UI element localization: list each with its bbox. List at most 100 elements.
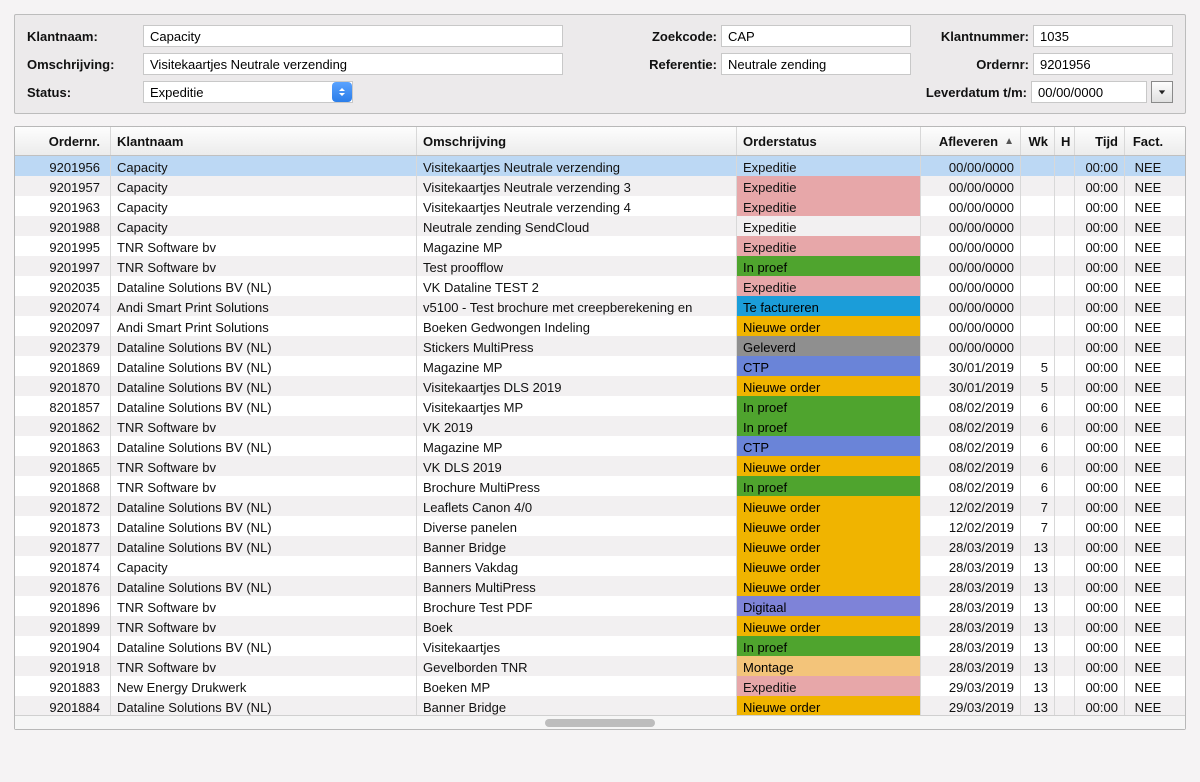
col-klantnaam[interactable]: Klantnaam [111,127,417,155]
table-row[interactable]: 9201988CapacityNeutrale zending SendClou… [15,216,1185,236]
cell-klantnaam: Dataline Solutions BV (NL) [111,496,417,516]
cell-wk: 7 [1021,516,1055,536]
table-row[interactable]: 9201963CapacityVisitekaartjes Neutrale v… [15,196,1185,216]
cell-h [1055,176,1075,196]
cell-ordernr: 9201862 [15,416,111,436]
cell-fact: NEE [1125,676,1171,696]
cell-wk: 13 [1021,636,1055,656]
cell-ordernr: 8201857 [15,396,111,416]
label-klantnaam: Klantnaam: [27,29,143,44]
cell-omschrijving: Magazine MP [417,236,737,256]
cell-fact: NEE [1125,616,1171,636]
leverdatum-picker-button[interactable] [1151,81,1173,103]
col-h[interactable]: H [1055,127,1075,155]
cell-tijd: 00:00 [1075,216,1125,236]
cell-h [1055,576,1075,596]
table-row[interactable]: 9202035Dataline Solutions BV (NL)VK Data… [15,276,1185,296]
col-orderstatus[interactable]: Orderstatus [737,127,921,155]
cell-ordernr: 9201873 [15,516,111,536]
table-row[interactable]: 9201904Dataline Solutions BV (NL)Visitek… [15,636,1185,656]
table-row[interactable]: 8201857Dataline Solutions BV (NL)Visitek… [15,396,1185,416]
cell-h [1055,396,1075,416]
cell-h [1055,356,1075,376]
table-row[interactable]: 9201873Dataline Solutions BV (NL)Diverse… [15,516,1185,536]
cell-tijd: 00:00 [1075,376,1125,396]
cell-tijd: 00:00 [1075,356,1125,376]
table-row[interactable]: 9201868TNR Software bvBrochure MultiPres… [15,476,1185,496]
cell-wk [1021,216,1055,236]
cell-ordernr: 9201918 [15,656,111,676]
cell-tijd: 00:00 [1075,316,1125,336]
table-row[interactable]: 9201956CapacityVisitekaartjes Neutrale v… [15,156,1185,176]
status-dropdown-button[interactable] [332,82,352,102]
app-window: Klantnaam: Zoekcode: Klantnummer: Omschr… [0,0,1200,782]
cell-afleveren: 00/00/0000 [921,216,1021,236]
col-fact[interactable]: Fact. [1125,127,1171,155]
cell-afleveren: 00/00/0000 [921,256,1021,276]
input-klantnummer[interactable] [1033,25,1173,47]
table-row[interactable]: 9201874CapacityBanners VakdagNieuwe orde… [15,556,1185,576]
input-ordernr[interactable] [1033,53,1173,75]
cell-afleveren: 00/00/0000 [921,296,1021,316]
table-row[interactable]: 9201870Dataline Solutions BV (NL)Visitek… [15,376,1185,396]
table-row[interactable]: 9201995TNR Software bvMagazine MPExpedit… [15,236,1185,256]
col-ordernr[interactable]: Ordernr. [15,127,111,155]
table-row[interactable]: 9202074Andi Smart Print Solutionsv5100 -… [15,296,1185,316]
table-row[interactable]: 9201865TNR Software bvVK DLS 2019Nieuwe … [15,456,1185,476]
horizontal-scrollbar[interactable] [15,715,1185,729]
table-row[interactable]: 9201884Dataline Solutions BV (NL)Banner … [15,696,1185,715]
grid-body[interactable]: 9201956CapacityVisitekaartjes Neutrale v… [15,156,1185,715]
input-omschrijving[interactable] [143,53,563,75]
cell-tijd: 00:00 [1075,396,1125,416]
cell-tijd: 00:00 [1075,556,1125,576]
cell-ordernr: 9201995 [15,236,111,256]
input-klantnaam[interactable] [143,25,563,47]
table-row[interactable]: 9201863Dataline Solutions BV (NL)Magazin… [15,436,1185,456]
cell-klantnaam: Dataline Solutions BV (NL) [111,276,417,296]
table-row[interactable]: 9201877Dataline Solutions BV (NL)Banner … [15,536,1185,556]
table-row[interactable]: 9201862TNR Software bvVK 2019In proef08/… [15,416,1185,436]
cell-wk: 7 [1021,496,1055,516]
input-leverdatum[interactable] [1031,81,1147,103]
table-row[interactable]: 9201883New Energy DrukwerkBoeken MPExped… [15,676,1185,696]
cell-h [1055,656,1075,676]
cell-omschrijving: Stickers MultiPress [417,336,737,356]
input-zoekcode[interactable] [721,25,911,47]
table-row[interactable]: 9201872Dataline Solutions BV (NL)Leaflet… [15,496,1185,516]
cell-tijd: 00:00 [1075,456,1125,476]
cell-klantnaam: Dataline Solutions BV (NL) [111,356,417,376]
cell-h [1055,196,1075,216]
col-omschrijving[interactable]: Omschrijving [417,127,737,155]
cell-tijd: 00:00 [1075,596,1125,616]
cell-klantnaam: TNR Software bv [111,236,417,256]
table-row[interactable]: 9201899TNR Software bvBoekNieuwe order28… [15,616,1185,636]
cell-omschrijving: Visitekaartjes DLS 2019 [417,376,737,396]
cell-omschrijving: Neutrale zending SendCloud [417,216,737,236]
cell-fact: NEE [1125,276,1171,296]
cell-wk [1021,336,1055,356]
table-row[interactable]: 9202379Dataline Solutions BV (NL)Sticker… [15,336,1185,356]
cell-tijd: 00:00 [1075,416,1125,436]
table-row[interactable]: 9201869Dataline Solutions BV (NL)Magazin… [15,356,1185,376]
col-wk[interactable]: Wk [1021,127,1055,155]
table-row[interactable]: 9201896TNR Software bvBrochure Test PDFD… [15,596,1185,616]
cell-fact: NEE [1125,536,1171,556]
table-row[interactable]: 9201918TNR Software bvGevelborden TNRMon… [15,656,1185,676]
table-row[interactable]: 9201997TNR Software bvTest proofflowIn p… [15,256,1185,276]
cell-omschrijving: VK DLS 2019 [417,456,737,476]
scrollbar-thumb[interactable] [545,719,655,727]
col-tijd[interactable]: Tijd [1075,127,1125,155]
label-status: Status: [27,85,143,100]
grid-header: Ordernr. Klantnaam Omschrijving Ordersta… [15,127,1185,156]
cell-orderstatus: Nieuwe order [737,536,921,556]
table-row[interactable]: 9201876Dataline Solutions BV (NL)Banners… [15,576,1185,596]
cell-afleveren: 00/00/0000 [921,336,1021,356]
cell-wk [1021,256,1055,276]
input-referentie[interactable] [721,53,911,75]
cell-h [1055,256,1075,276]
cell-klantnaam: Andi Smart Print Solutions [111,316,417,336]
col-afleveren[interactable]: Afleveren ▲ [921,127,1021,155]
table-row[interactable]: 9202097Andi Smart Print SolutionsBoeken … [15,316,1185,336]
table-row[interactable]: 9201957CapacityVisitekaartjes Neutrale v… [15,176,1185,196]
select-status[interactable] [143,81,353,103]
